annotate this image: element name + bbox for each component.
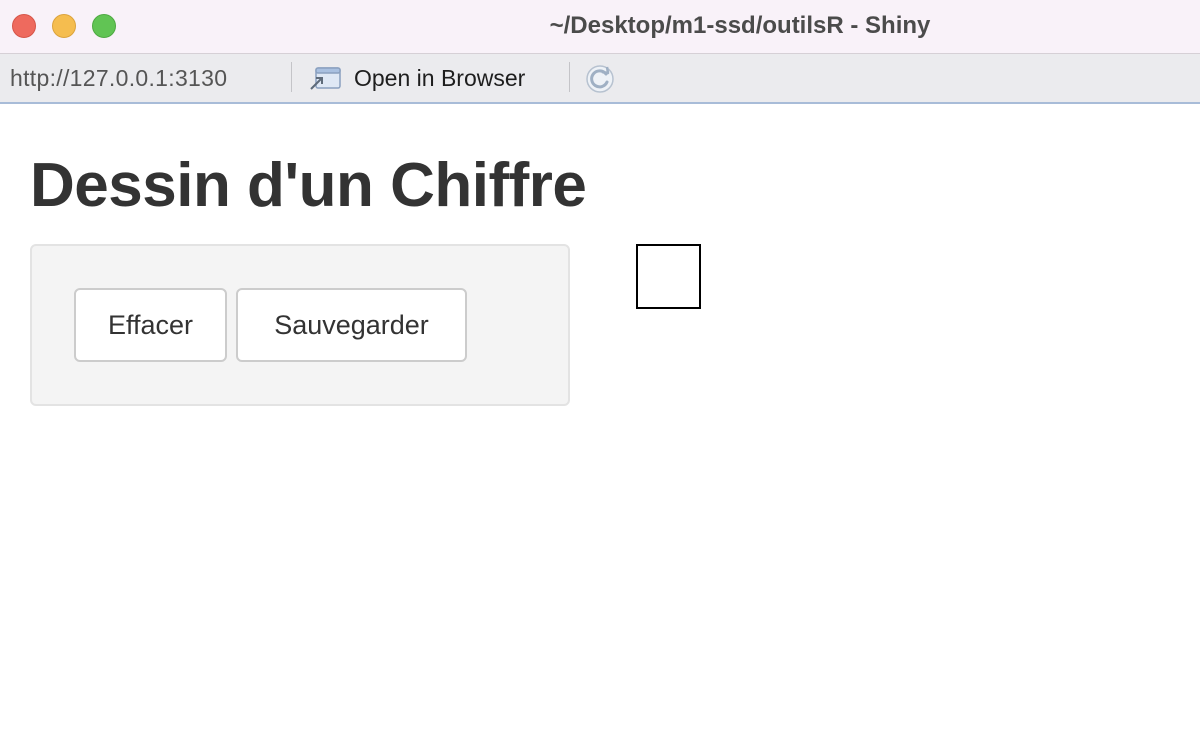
page-title: Dessin d'un Chiffre <box>30 151 587 220</box>
window-title: ~/Desktop/m1-ssd/outilsR - Shiny <box>549 12 931 39</box>
viewer-toolbar: http://127.0.0.1:3130 Open in Browser <box>0 54 1200 104</box>
refresh-icon[interactable] <box>584 63 616 95</box>
url-address[interactable]: http://127.0.0.1:3130 <box>10 65 227 92</box>
clear-button[interactable]: Effacer <box>74 288 227 362</box>
window-titlebar: ~/Desktop/m1-ssd/outilsR - Shiny <box>0 0 1200 54</box>
close-window-button[interactable] <box>12 14 36 38</box>
toolbar-divider <box>291 62 292 92</box>
drawing-canvas[interactable] <box>636 244 701 309</box>
save-button[interactable]: Sauvegarder <box>236 288 467 362</box>
open-in-browser-button[interactable]: Open in Browser <box>354 65 525 92</box>
minimize-window-button[interactable] <box>52 14 76 38</box>
controls-panel: Effacer Sauvegarder <box>30 244 570 406</box>
toolbar-divider <box>569 62 570 92</box>
maximize-window-button[interactable] <box>92 14 116 38</box>
open-in-browser-icon[interactable] <box>308 66 342 92</box>
